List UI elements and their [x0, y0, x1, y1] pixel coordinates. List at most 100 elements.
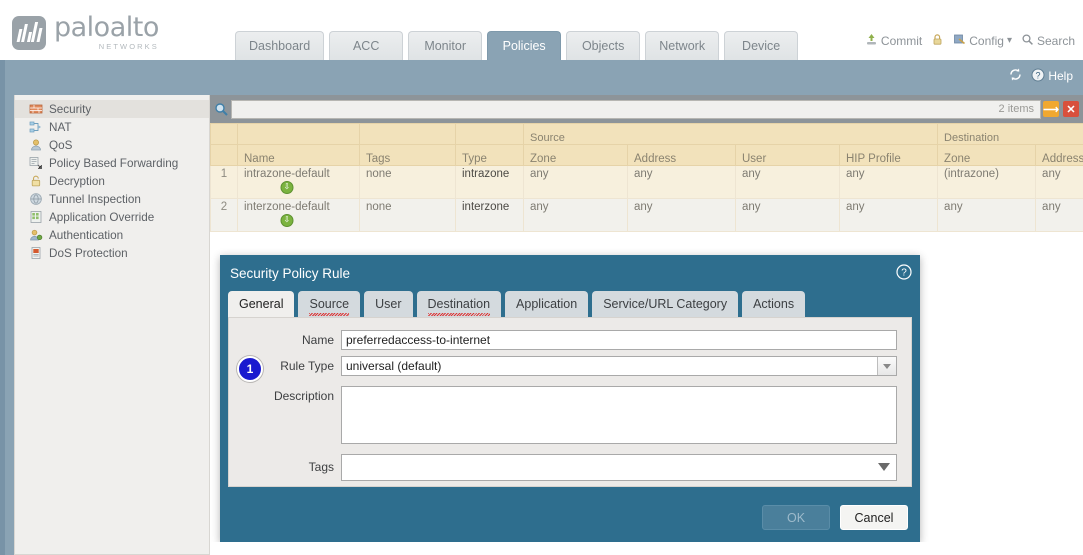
commit-button[interactable]: Commit — [865, 33, 922, 48]
row-hip-profile: any — [838, 198, 939, 232]
lock-icon — [931, 33, 944, 48]
search-button[interactable]: Search — [1021, 33, 1075, 48]
chevron-down-icon[interactable] — [878, 463, 890, 471]
help-button[interactable]: ? Help — [1031, 68, 1073, 85]
sidebar-item-decryption[interactable]: Decryption — [15, 172, 209, 190]
dialog-title: Security Policy Rule — [230, 266, 351, 281]
sidebar-item-policy-based-forwarding[interactable]: Policy Based Forwarding — [15, 154, 209, 172]
col-header-tags[interactable]: Tags — [359, 144, 456, 166]
sidebar-item-label: Policy Based Forwarding — [49, 156, 179, 170]
brand-logo[interactable]: paloalto NETWORKS — [12, 14, 172, 54]
col-header-name[interactable]: Name — [237, 144, 360, 166]
col-header-source-address[interactable]: Address — [627, 144, 736, 166]
grid-icon — [29, 210, 43, 224]
group-spacer — [455, 123, 524, 145]
col-header-source-user[interactable]: User — [735, 144, 840, 166]
commit-label: Commit — [880, 33, 923, 48]
col-header-destination-zone[interactable]: Zone — [937, 144, 1037, 166]
sub-header-band: ? Help — [0, 60, 1083, 95]
row-source-zone: any — [523, 198, 628, 232]
nav-tab-objects[interactable]: Objects — [566, 31, 641, 60]
band-actions: ? Help — [1008, 67, 1073, 85]
name-input[interactable]: preferredaccess-to-internet — [341, 330, 897, 350]
sidebar-item-nat[interactable]: NAT — [15, 118, 209, 136]
sidebar-item-label: NAT — [49, 120, 72, 134]
clear-filter-button[interactable]: ✕ — [1063, 101, 1079, 117]
rule-type-field-row: Rule Type universal (default) — [229, 356, 897, 376]
row-name-cell[interactable]: intrazone-default ⇩ — [237, 165, 360, 199]
paloalto-logo-icon — [12, 16, 46, 50]
rule-type-select[interactable]: universal (default) — [341, 356, 897, 376]
row-source-user: any — [735, 165, 840, 199]
refresh-icon[interactable] — [1008, 67, 1023, 85]
inherited-rule-icon: ⇩ — [280, 214, 294, 227]
apply-filter-button[interactable]: ⟶ — [1043, 101, 1059, 117]
dialog-tab-destination[interactable]: Destination — [416, 291, 502, 317]
nav-tab-network[interactable]: Network — [645, 31, 720, 60]
row-source-address: any — [627, 198, 736, 232]
tags-field-row: Tags — [229, 454, 897, 481]
dialog-tab-actions[interactable]: Actions — [742, 291, 806, 317]
row-hip-profile: any — [838, 165, 939, 199]
sidebar-item-label: Application Override — [49, 210, 155, 224]
firewall-icon — [29, 102, 43, 116]
sidebar-item-label: Authentication — [49, 228, 124, 242]
brand-wordmark: paloalto NETWORKS — [54, 14, 159, 51]
inherited-rule-icon: ⇩ — [280, 181, 294, 194]
col-header-hip-profile[interactable]: HIP Profile — [838, 144, 939, 166]
sidebar-item-tunnel-inspection[interactable]: Tunnel Inspection — [15, 190, 209, 208]
dos-icon — [29, 246, 43, 260]
sidebar-item-label: Tunnel Inspection — [49, 192, 141, 206]
top-utility-links: Commit Config ▾ Search — [865, 33, 1075, 48]
sidebar-item-application-override[interactable]: Application Override — [15, 208, 209, 226]
dialog-tab-application[interactable]: Application — [505, 291, 589, 317]
dialog-tab-service-url-category[interactable]: Service/URL Category — [592, 291, 739, 317]
col-header-destination-address[interactable]: Address — [1035, 144, 1083, 166]
col-header-index[interactable] — [210, 144, 238, 166]
sidebar-item-label: Decryption — [49, 174, 105, 188]
dialog-tab-source[interactable]: Source — [298, 291, 361, 317]
help-icon[interactable]: ? — [896, 264, 912, 280]
col-header-type[interactable]: Type — [455, 144, 524, 166]
sidebar-item-label: Security — [49, 102, 92, 116]
sidebar-item-qos[interactable]: QoS — [15, 136, 209, 154]
table-row[interactable]: 1 intrazone-default ⇩ none intrazone any… — [210, 165, 1083, 199]
spellcheck-underline — [427, 313, 491, 316]
table-group-header-row: Source Destination — [210, 123, 1083, 145]
nav-tab-device[interactable]: Device — [724, 31, 799, 60]
group-spacer — [359, 123, 456, 145]
sidebar-item-dos-protection[interactable]: DoS Protection — [15, 244, 209, 262]
nav-tab-dashboard[interactable]: Dashboard — [235, 31, 325, 60]
config-menu[interactable]: Config ▾ — [953, 33, 1012, 48]
commit-icon — [865, 33, 878, 48]
search-icon — [1021, 33, 1034, 48]
top-bar: paloalto NETWORKS Dashboard ACC Monitor … — [0, 0, 1083, 60]
nav-tab-policies[interactable]: Policies — [487, 31, 562, 60]
rule-type-value: universal (default) — [346, 359, 442, 373]
search-input[interactable]: 2 items — [231, 99, 1041, 119]
pbf-icon — [29, 156, 43, 170]
nav-tab-acc[interactable]: ACC — [329, 31, 404, 60]
config-label: Config — [969, 33, 1004, 48]
search-icon[interactable] — [214, 102, 229, 117]
col-header-source-zone[interactable]: Zone — [523, 144, 628, 166]
chevron-down-icon[interactable]: ▾ — [1007, 35, 1012, 46]
tags-input[interactable] — [341, 454, 897, 481]
left-rail-edge — [0, 60, 5, 555]
sidebar-item-security[interactable]: Security — [15, 100, 209, 118]
ok-button[interactable]: OK — [762, 505, 830, 530]
cancel-button[interactable]: Cancel — [840, 505, 908, 530]
dialog-tab-general[interactable]: General — [228, 291, 295, 317]
lock-button[interactable] — [931, 33, 944, 48]
description-textarea[interactable] — [341, 386, 897, 444]
group-spacer — [237, 123, 360, 145]
dialog-tab-source-label: Source — [309, 297, 350, 311]
chevron-down-icon[interactable] — [877, 357, 896, 375]
nav-tab-monitor[interactable]: Monitor — [408, 31, 483, 60]
row-name-cell[interactable]: interzone-default ⇩ — [237, 198, 360, 232]
row-destination-zone: any — [937, 198, 1037, 232]
table-row[interactable]: 2 interzone-default ⇩ none interzone any… — [210, 198, 1083, 232]
dialog-tab-user[interactable]: User — [364, 291, 413, 317]
sidebar-item-label: QoS — [49, 138, 73, 152]
sidebar-item-authentication[interactable]: Authentication — [15, 226, 209, 244]
